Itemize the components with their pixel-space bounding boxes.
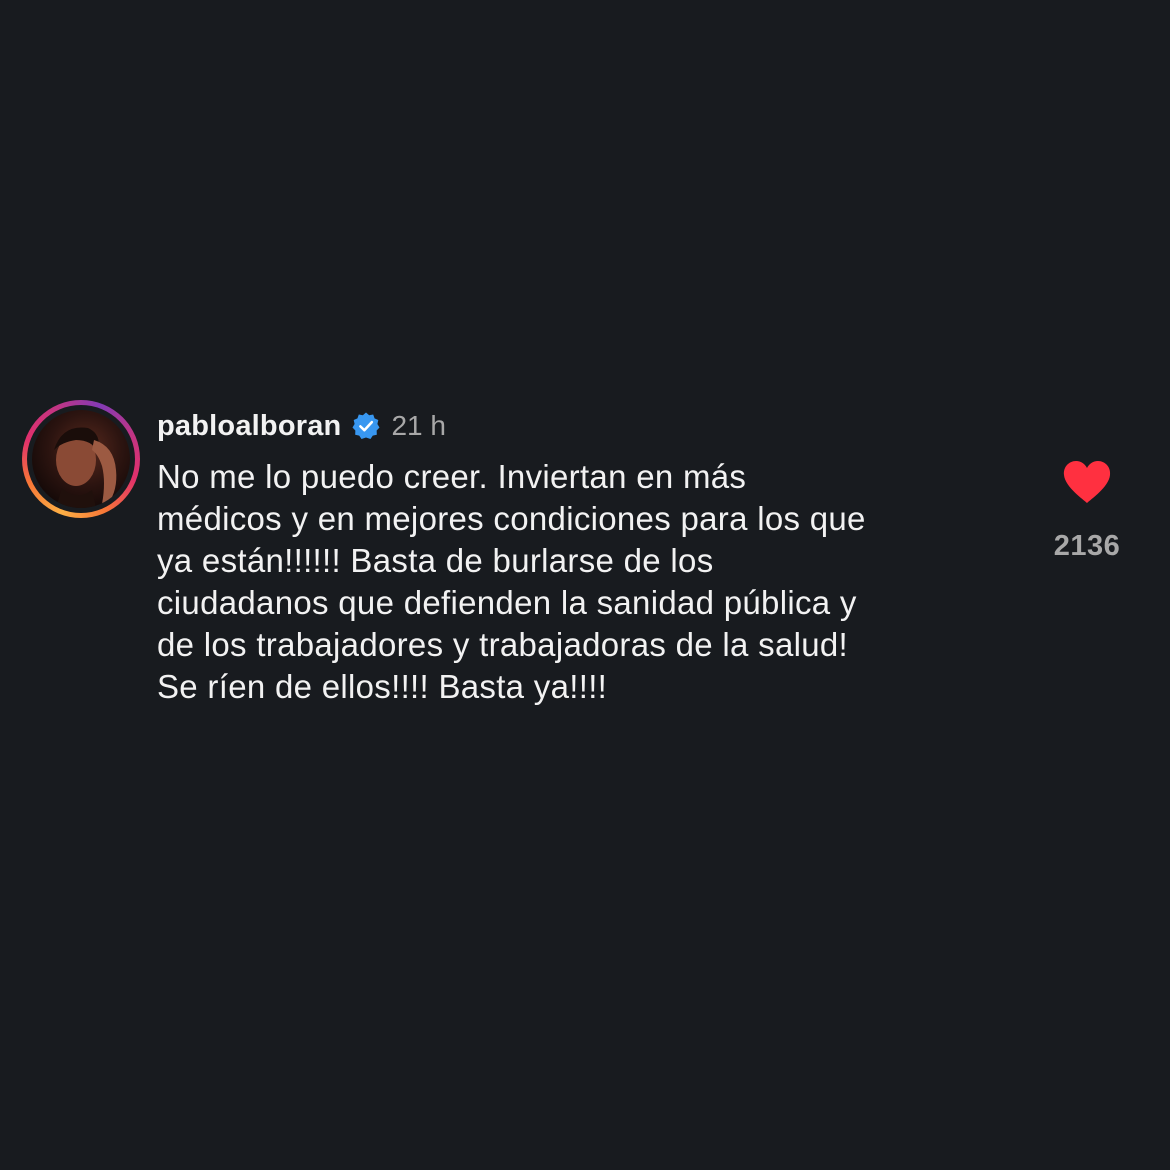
comment-line: médicos y en mejores condiciones para lo… xyxy=(157,500,866,537)
comment-text: No me lo puedo creer. Inviertan en más m… xyxy=(157,456,1017,708)
comment-line: de los trabajadores y trabajadoras de la… xyxy=(157,626,849,663)
verified-badge-icon xyxy=(352,412,380,440)
avatar[interactable] xyxy=(32,410,130,508)
comment-line: ya están!!!!!! Basta de burlarse de los xyxy=(157,542,714,579)
timestamp: 21 h xyxy=(391,410,446,441)
comment-header: pabloalboran 21 h xyxy=(157,406,446,446)
comment-line: Se ríen de ellos!!!! Basta ya!!!! xyxy=(157,668,608,705)
username[interactable]: pabloalboran xyxy=(157,410,341,443)
like-control: 2136 xyxy=(1052,460,1122,563)
avatar-story-ring[interactable] xyxy=(22,400,140,518)
comment-line: No me lo puedo creer. Inviertan en más xyxy=(157,458,747,495)
like-count[interactable]: 2136 xyxy=(1052,530,1122,563)
comment-screen: pabloalboran 21 h No me lo puedo creer. … xyxy=(0,0,1170,1170)
heart-filled-icon[interactable] xyxy=(1062,460,1112,504)
comment-line: ciudadanos que defienden la sanidad públ… xyxy=(157,584,857,621)
profile-photo-icon xyxy=(54,427,117,508)
